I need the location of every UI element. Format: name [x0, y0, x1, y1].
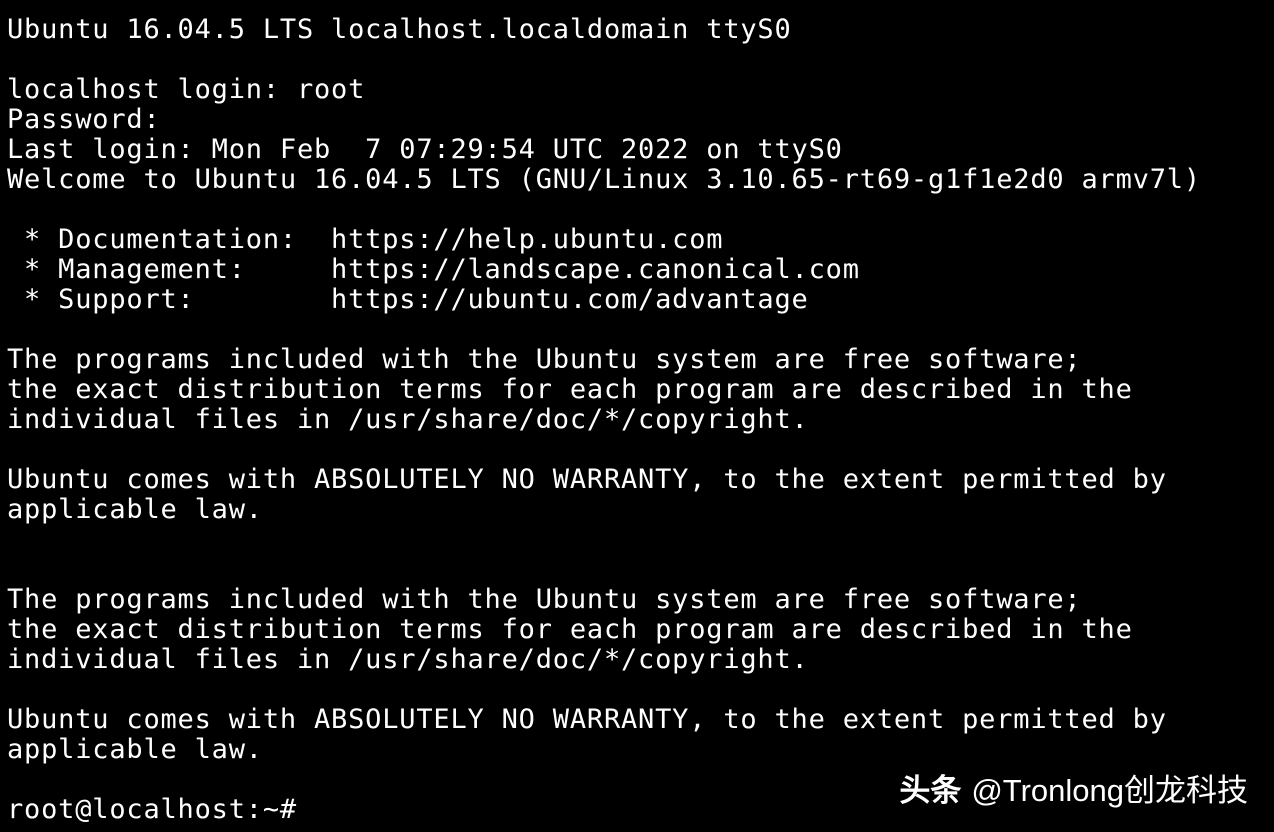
terminal-line: Last login: Mon Feb 7 07:29:54 UTC 2022 … [7, 134, 843, 165]
terminal-line: * Management: https://landscape.canonica… [7, 254, 860, 285]
watermark: 头条 @Tronlong创龙科技 [899, 765, 1248, 810]
terminal-line: * Documentation: https://help.ubuntu.com [7, 224, 724, 255]
terminal-line: Password: [7, 104, 161, 135]
terminal-line: * Support: https://ubuntu.com/advantage [7, 284, 809, 315]
terminal-window[interactable]: Ubuntu 16.04.5 LTS localhost.localdomain… [0, 0, 1274, 832]
terminal-line: the exact distribution terms for each pr… [7, 614, 1133, 645]
terminal-line: applicable law. [7, 734, 263, 765]
terminal-line: Ubuntu comes with ABSOLUTELY NO WARRANTY… [7, 464, 1167, 495]
terminal-line: Ubuntu 16.04.5 LTS localhost.localdomain… [7, 14, 792, 45]
terminal-line: Ubuntu comes with ABSOLUTELY NO WARRANTY… [7, 704, 1167, 735]
terminal-line: localhost login: root [7, 74, 366, 105]
terminal-line: individual files in /usr/share/doc/*/cop… [7, 644, 809, 675]
terminal-line: Welcome to Ubuntu 16.04.5 LTS (GNU/Linux… [7, 164, 1201, 195]
terminal-line: individual files in /usr/share/doc/*/cop… [7, 404, 809, 435]
terminal-line: the exact distribution terms for each pr… [7, 374, 1133, 405]
terminal-line: The programs included with the Ubuntu sy… [7, 344, 1082, 375]
terminal-line: The programs included with the Ubuntu sy… [7, 584, 1082, 615]
watermark-brand: 头条 [899, 773, 962, 808]
watermark-handle: @Tronlong创龙科技 [971, 773, 1248, 808]
terminal-line: applicable law. [7, 494, 263, 525]
